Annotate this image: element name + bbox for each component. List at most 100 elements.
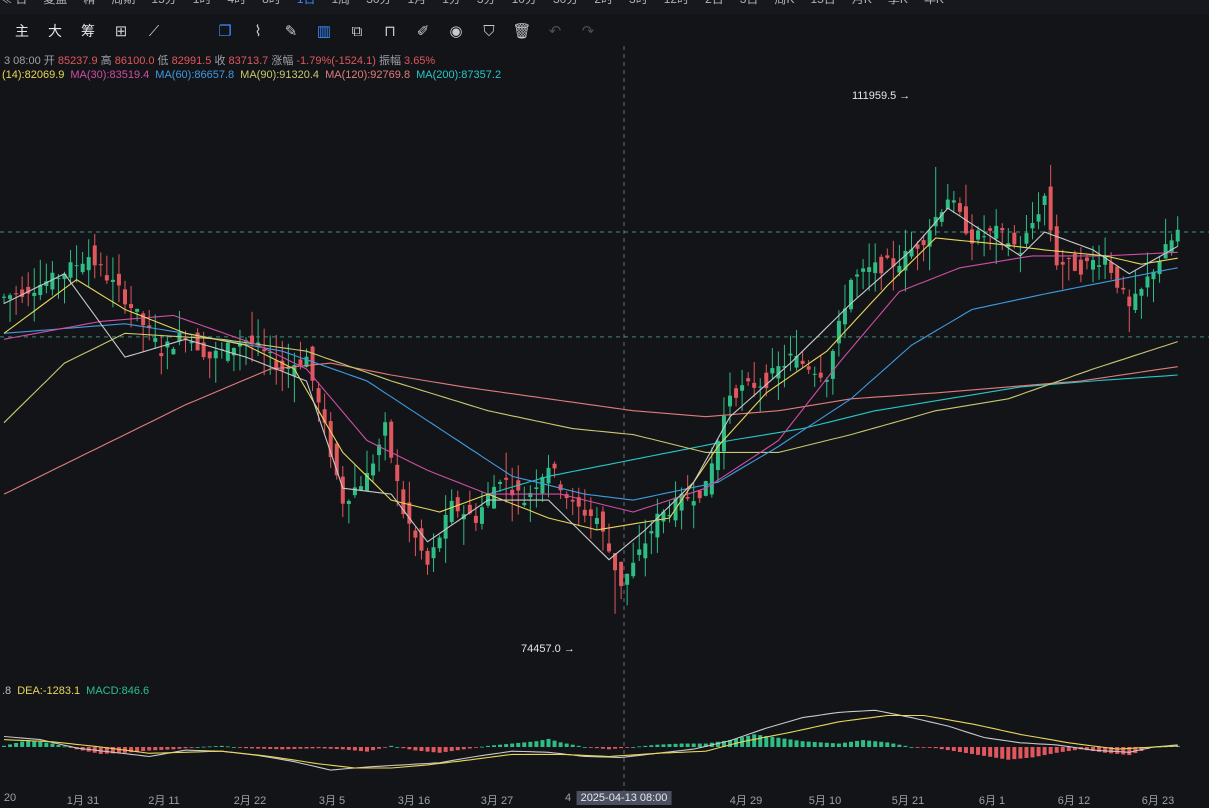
candle-body xyxy=(607,543,611,552)
candle-body xyxy=(449,500,454,523)
macd-histogram-bar xyxy=(522,742,527,747)
macd-histogram-bar xyxy=(479,746,484,748)
macd-histogram-bar xyxy=(855,740,860,747)
candle-body xyxy=(1072,253,1077,271)
candle-body xyxy=(1145,276,1150,288)
candle-body xyxy=(116,273,121,286)
candle-body xyxy=(1036,214,1041,222)
macd-histogram-bar xyxy=(298,747,303,749)
candle-body xyxy=(697,490,702,499)
macd-histogram-bar xyxy=(50,743,55,747)
candle-body xyxy=(213,350,218,359)
macd-histogram-bar xyxy=(794,740,799,747)
macd-histogram-bar xyxy=(492,745,497,747)
ma30-line xyxy=(3,251,1178,513)
candle-body xyxy=(1030,223,1035,229)
candle-body xyxy=(129,304,134,309)
macd-histogram-bar xyxy=(582,747,587,748)
macd-histogram-bar xyxy=(534,741,539,747)
candlestick-chart[interactable] xyxy=(0,0,1209,806)
macd-histogram-bar xyxy=(540,740,545,747)
macd-histogram-bar xyxy=(607,747,611,750)
candle-body xyxy=(1000,227,1005,231)
macd-histogram-bar xyxy=(933,747,938,749)
macd-histogram-bar xyxy=(576,745,581,747)
candle-body xyxy=(867,267,872,272)
macd-histogram-bar xyxy=(867,740,872,747)
macd-histogram-bar xyxy=(292,747,297,749)
macd-histogram-bar xyxy=(897,744,902,747)
candle-body xyxy=(346,500,351,504)
candle-body xyxy=(110,279,115,282)
candle-body xyxy=(50,272,55,290)
x-axis-tick-label: 4 xyxy=(564,792,572,804)
candle-body xyxy=(383,422,388,436)
macd-histogram-bar xyxy=(256,747,261,749)
macd-histogram-bar xyxy=(873,741,878,747)
macd-histogram-bar xyxy=(758,735,763,747)
candle-body xyxy=(1078,259,1083,275)
macd-histogram-bar xyxy=(310,747,315,749)
macd-histogram-bar xyxy=(371,747,376,751)
candle-body xyxy=(631,562,636,577)
candle-body xyxy=(1066,257,1071,259)
candle-body xyxy=(68,262,73,278)
macd-histogram-bar xyxy=(365,747,369,752)
macd-histogram-bar xyxy=(976,747,981,755)
macd-histogram-bar xyxy=(1030,747,1035,758)
macd-histogram-bar xyxy=(661,744,666,747)
ma120-line xyxy=(3,362,1178,495)
macd-histogram-bar xyxy=(413,747,418,751)
macd-histogram-bar xyxy=(685,743,690,747)
candle-body xyxy=(104,275,109,281)
macd-histogram-bar xyxy=(147,747,152,751)
macd-histogram-bar xyxy=(316,747,321,749)
candle-body xyxy=(818,372,823,378)
macd-histogram-bar xyxy=(1066,747,1071,752)
macd-histogram-bar xyxy=(800,741,805,747)
candle-body xyxy=(637,549,642,555)
candle-body xyxy=(1115,266,1120,288)
candle-body xyxy=(588,509,593,516)
candle-body xyxy=(758,386,763,388)
macd-histogram-bar xyxy=(600,747,605,749)
candle-body xyxy=(74,265,79,267)
candle-body xyxy=(8,295,13,299)
macd-histogram-bar xyxy=(806,741,811,747)
candle-body xyxy=(1042,195,1047,206)
macd-histogram-bar xyxy=(407,747,412,750)
macd-histogram-bar xyxy=(1054,747,1059,753)
macd-histogram-bar xyxy=(383,747,388,748)
macd-histogram-bar xyxy=(945,747,950,751)
macd-histogram-bar xyxy=(467,747,472,749)
macd-histogram-bar xyxy=(425,747,430,752)
candle-body xyxy=(473,515,478,523)
macd-histogram-bar xyxy=(443,747,448,752)
candle-body xyxy=(643,543,648,559)
macd-histogram-bar xyxy=(643,745,648,747)
candle-body xyxy=(1133,293,1138,310)
macd-histogram-bar xyxy=(153,747,158,751)
candle-body xyxy=(262,349,267,352)
macd-histogram-bar xyxy=(649,745,654,747)
candle-body xyxy=(921,240,926,246)
macd-histogram-bar xyxy=(268,747,273,749)
macd-histogram-bar xyxy=(8,744,13,747)
candle-body xyxy=(1012,232,1017,245)
macd-histogram-bar xyxy=(183,747,188,749)
macd-histogram-bar xyxy=(377,747,382,749)
macd-histogram-bar xyxy=(558,742,563,747)
ma90-line xyxy=(3,332,1178,453)
macd-histogram-bar xyxy=(455,747,460,751)
candle-body xyxy=(709,463,714,495)
macd-histogram-bar xyxy=(20,741,25,747)
candle-body xyxy=(298,359,303,366)
macd-histogram-bar xyxy=(213,746,218,747)
crosshair-time-label: 2025-04-13 08:00 xyxy=(576,791,672,805)
macd-histogram-bar xyxy=(334,747,339,750)
candle-body xyxy=(352,487,357,496)
candle-body xyxy=(982,236,987,238)
macd-histogram-bar xyxy=(679,743,684,747)
candle-body xyxy=(746,378,751,382)
macd-histogram-bar xyxy=(691,743,696,747)
